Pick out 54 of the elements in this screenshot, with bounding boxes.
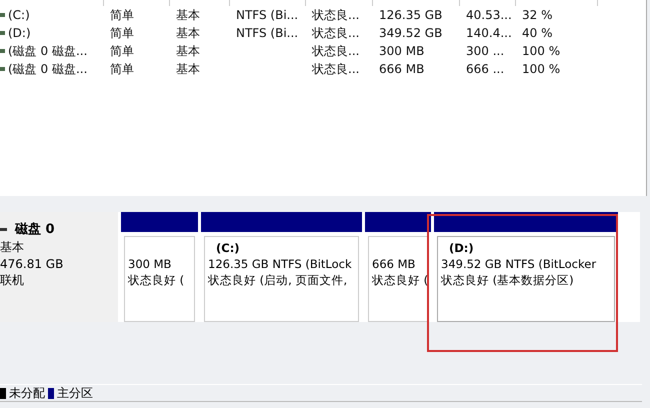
table-cell-text: 666 ... [465, 62, 506, 76]
volume-name[interactable]: (C:) [8, 8, 30, 22]
disk-state: 联机 [0, 272, 25, 289]
partition-size: 126.35 GB NTFS (BitLock [208, 257, 353, 271]
table-cell-text: 基本 [175, 6, 201, 24]
partition-block[interactable]: 666 MB 状态良好 ( [368, 236, 428, 322]
table-cell-text: 基本 [175, 24, 201, 42]
table-cell-text: 40.53... [465, 8, 513, 22]
volume-icon [0, 67, 5, 71]
disk-type: 基本 [0, 239, 25, 256]
table-cell-text: 32 % [521, 8, 554, 22]
table-cell-text: 状态良... [311, 24, 360, 42]
table-cell-text: 300 ... [465, 44, 506, 58]
partition-status: 状态良好 (基本数据分区) [441, 273, 575, 288]
volume-icon [0, 13, 5, 17]
volume-name[interactable]: (D:) [8, 26, 31, 40]
partition-status: 状态良好 ( [128, 273, 186, 288]
partition-size: 349.52 GB NTFS (BitLocker [441, 257, 598, 271]
partition-label: (C:) [215, 241, 241, 255]
table-cell-text: 666 MB [378, 62, 426, 76]
table-cell-text: NTFS (Bi... [235, 26, 300, 40]
table-cell-text: 简单 [109, 24, 135, 42]
table-cell-text: 简单 [109, 60, 135, 78]
partition-block[interactable]: (C:) 126.35 GB NTFS (BitLock 状态良好 (启动, 页面文件, [204, 236, 359, 322]
table-cell-text: 126.35 GB [378, 8, 444, 22]
partition-label: (D:) [448, 241, 475, 255]
volume-icon [0, 49, 5, 53]
disk-title: 磁盘 0 [15, 221, 55, 238]
table-cell-text: 状态良... [311, 42, 360, 60]
disk-size: 476.81 GB [0, 257, 64, 271]
table-cell-text: 100 % [521, 62, 562, 76]
table-cell-text: 140.4... [465, 26, 513, 40]
table-cell-text: 40 % [521, 26, 554, 40]
volume-icon [0, 31, 5, 35]
partition-size: 666 MB [372, 257, 416, 271]
table-cell-text: 基本 [175, 60, 201, 78]
table-cell-text: 简单 [109, 42, 135, 60]
volume-name[interactable]: (磁盘 0 磁盘... [8, 60, 88, 78]
table-cell-text: 100 % [521, 44, 562, 58]
table-cell-text: 状态良... [311, 60, 360, 78]
legend-label: 主分区 [57, 384, 93, 402]
table-cell-text: 349.52 GB [378, 26, 444, 40]
partition-status: 状态良好 (启动, 页面文件, [208, 273, 348, 288]
table-cell-text: 300 MB [378, 44, 426, 58]
partition-block[interactable]: (D:) 349.52 GB NTFS (BitLocker 状态良好 (基本数据分区) [437, 236, 615, 322]
table-cell-text: 简单 [109, 6, 135, 24]
partition-size: 300 MB [128, 257, 172, 271]
table-cell-text: 状态良... [311, 6, 360, 24]
legend-label: 未分配 [9, 384, 45, 402]
partition-block[interactable]: 300 MB 状态良好 ( [124, 236, 195, 322]
volume-name[interactable]: (磁盘 0 磁盘... [8, 42, 88, 60]
partition-bar [365, 212, 431, 232]
table-cell-text: NTFS (Bi... [235, 8, 300, 22]
table-cell-text: 基本 [175, 42, 201, 60]
